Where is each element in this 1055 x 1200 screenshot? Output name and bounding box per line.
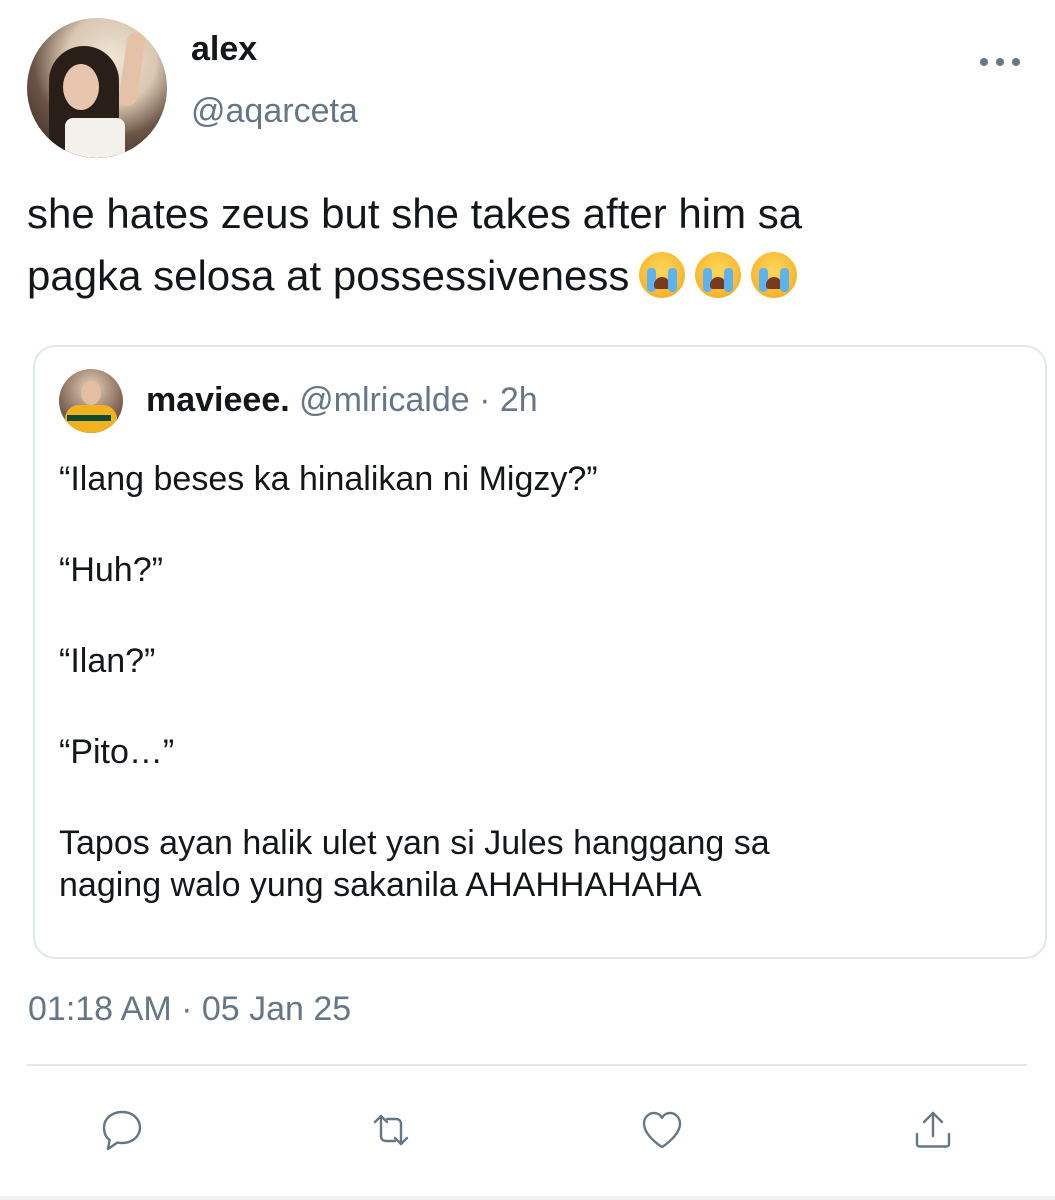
loudly-crying-face-icon	[639, 252, 686, 298]
tweet-actions	[0, 1100, 1055, 1160]
author-handle[interactable]: @aqarceta	[191, 92, 358, 131]
tweet-timestamp[interactable]: 01:18 AM · 05 Jan 25	[28, 990, 351, 1029]
quoted-tweet-line: “Ilang beses ka hinalikan ni Migzy?”	[59, 460, 598, 498]
heart-icon	[642, 1111, 682, 1149]
share-button[interactable]	[903, 1100, 963, 1160]
tweet: alex @aqarceta she hates zeus but she ta…	[0, 0, 1055, 1200]
quoted-avatar-face	[81, 381, 101, 405]
author-display-name[interactable]: alex	[191, 30, 257, 69]
quoted-tweet-line: “Ilan?”	[59, 642, 156, 680]
quoted-tweet-line: “Huh?”	[59, 551, 163, 589]
quoted-author-meta: @mlricalde · 2h	[299, 381, 538, 419]
tweet-text: she hates zeus but she takes after him s…	[27, 183, 1027, 307]
quoted-tweet-header: mavieee. @mlricalde · 2h	[146, 381, 538, 420]
more-dot	[980, 58, 988, 66]
bottom-border	[0, 1196, 1055, 1200]
avatar-face	[63, 64, 99, 110]
quoted-tweet-body: “Ilang beses ka hinalikan ni Migzy?” “Hu…	[59, 458, 1019, 906]
quoted-tweet-line: “Pito…”	[59, 733, 175, 771]
author-avatar[interactable]	[27, 18, 167, 158]
share-icon	[915, 1111, 951, 1148]
loudly-crying-face-icon	[751, 252, 798, 298]
divider	[27, 1064, 1027, 1066]
quoted-tweet-final-line: Tapos ayan halik ulet yan si Jules hangg…	[59, 824, 770, 862]
quoted-tweet-final-line: naging walo yung sakanila AHAHHAHAHA	[59, 866, 702, 904]
quoted-tweet[interactable]: mavieee. @mlricalde · 2h “Ilang beses ka…	[33, 345, 1047, 959]
avatar-arm	[117, 31, 147, 107]
reply-button[interactable]	[92, 1100, 152, 1160]
quoted-tweet-final: Tapos ayan halik ulet yan si Jules hangg…	[59, 822, 1019, 906]
quoted-avatar-jersey-stripe	[67, 415, 111, 421]
quoted-author-display-name: mavieee.	[146, 381, 290, 419]
like-button[interactable]	[632, 1100, 692, 1160]
tweet-text-line: she hates zeus but she takes after him s…	[27, 190, 803, 237]
avatar-shirt	[65, 118, 125, 158]
loudly-crying-face-icon	[695, 252, 742, 298]
more-dot	[996, 58, 1004, 66]
quoted-author-avatar	[59, 369, 123, 433]
tweet-text-line-content: pagka selosa at possessiveness	[27, 252, 630, 299]
retweet-button[interactable]	[361, 1100, 421, 1160]
more-dot	[1012, 58, 1020, 66]
tweet-text-line: pagka selosa at possessiveness	[27, 245, 1027, 307]
retweet-icon	[373, 1114, 409, 1146]
reply-icon	[102, 1110, 142, 1151]
more-options-icon[interactable]	[980, 52, 1020, 72]
